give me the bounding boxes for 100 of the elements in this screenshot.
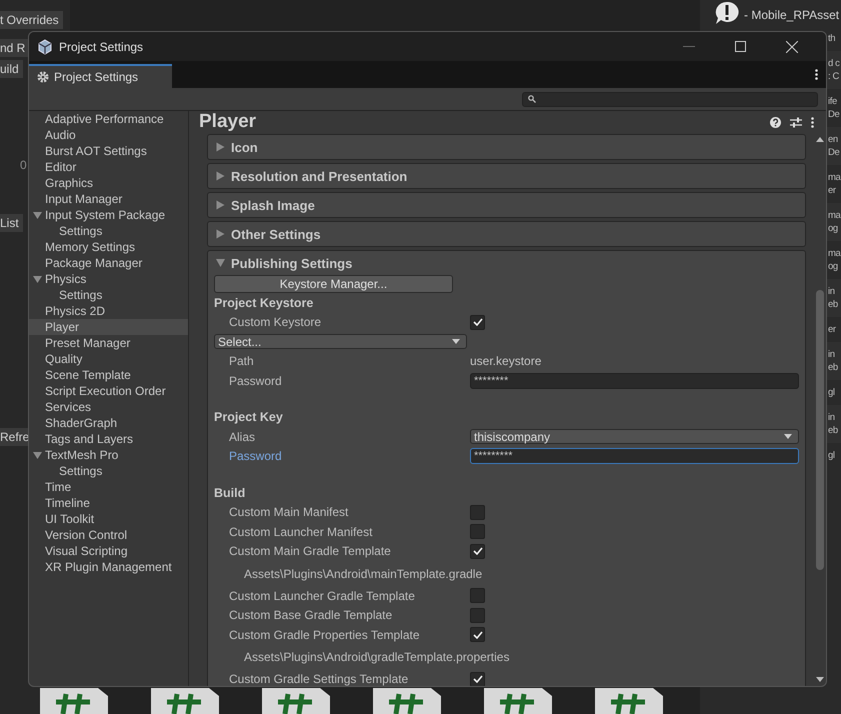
sidebar-item[interactable]: Physics <box>29 271 188 287</box>
sidebar-item[interactable]: Timeline <box>29 495 188 511</box>
sidebar-item[interactable]: Editor <box>29 159 188 175</box>
sidebar-item[interactable]: Audio <box>29 127 188 143</box>
check-icon <box>472 675 482 684</box>
scroll-down-icon[interactable] <box>816 677 824 682</box>
page-title: Player <box>199 111 256 133</box>
sidebar-item[interactable]: Quality <box>29 351 188 367</box>
field-label: Custom Main Manifest <box>228 505 350 520</box>
cube-icon <box>37 38 53 54</box>
sidebar-item[interactable]: Preset Manager <box>29 335 188 351</box>
scrollbar-thumb[interactable] <box>816 290 824 570</box>
console-message: gl <box>828 386 836 399</box>
sidebar-item[interactable]: ShaderGraph <box>29 415 188 431</box>
keystore-manager-button[interactable]: Keystore Manager... <box>214 275 453 293</box>
keystore-dropdown[interactable]: Select... <box>214 334 467 350</box>
more-icon[interactable] <box>811 116 814 128</box>
foldout-arrow-icon[interactable] <box>33 212 42 219</box>
sidebar-item[interactable]: Time <box>29 479 188 495</box>
sidebar-item[interactable]: UI Toolkit <box>29 511 188 527</box>
sidebar-item[interactable]: Adaptive Performance <box>29 111 188 127</box>
sliders-icon[interactable] <box>790 116 802 128</box>
foldout-arrow-icon[interactable] <box>216 172 224 180</box>
console-message: eb <box>828 298 839 311</box>
sidebar-item[interactable]: Physics 2D <box>29 303 188 319</box>
console-message: gl <box>828 449 836 462</box>
checkbox[interactable] <box>470 588 485 604</box>
section-heading: Build <box>214 486 246 500</box>
console-message: eb <box>828 424 839 437</box>
sidebar-item[interactable]: Package Manager <box>29 255 188 271</box>
foldout-title[interactable]: Icon <box>231 140 258 154</box>
sidebar-item[interactable]: Services <box>29 399 188 415</box>
checkbox[interactable] <box>470 544 485 559</box>
foldout-arrow-icon[interactable] <box>216 259 225 267</box>
console-message: in <box>828 411 836 424</box>
console-message: ife <box>828 95 838 108</box>
foldout-title[interactable]: Splash Image <box>231 198 315 212</box>
close-icon[interactable] <box>786 40 798 52</box>
console-message: eb <box>828 361 839 374</box>
foldout-arrow-icon[interactable] <box>216 142 224 152</box>
checkbox[interactable] <box>470 314 485 330</box>
sidebar-item[interactable]: Burst AOT Settings <box>29 143 188 159</box>
editor-text-fragment: t Overrides <box>0 11 63 29</box>
console-message: ma <box>828 171 841 184</box>
sidebar-item[interactable]: Settings <box>29 287 188 303</box>
checkbox[interactable] <box>470 524 485 540</box>
console-message: d c <box>828 57 840 70</box>
search-field[interactable] <box>522 92 818 106</box>
path-value: user.keystore <box>470 354 542 368</box>
console-message: : C <box>828 70 840 83</box>
checkbox[interactable] <box>470 672 485 686</box>
sidebar-item[interactable]: Player <box>29 319 188 335</box>
editor-text-fragment: uild <box>0 60 23 78</box>
sidebar-item[interactable]: Input System Package <box>29 207 188 223</box>
scroll-up-icon[interactable] <box>816 137 824 142</box>
console-message: th <box>828 32 836 45</box>
password-field[interactable]: ******** <box>470 372 799 389</box>
maximize-icon[interactable] <box>735 41 746 52</box>
sidebar-item[interactable]: XR Plugin Management <box>29 559 188 575</box>
sidebar-item[interactable]: Version Control <box>29 527 188 543</box>
console-message: De <box>828 146 840 159</box>
alias-dropdown[interactable]: thisiscompany <box>470 429 799 444</box>
sidebar-item[interactable]: Settings <box>29 463 188 479</box>
sidebar-item[interactable]: Graphics <box>29 175 188 191</box>
sidebar-item[interactable]: Memory Settings <box>29 239 188 255</box>
console-message: in <box>828 348 836 361</box>
foldout-arrow-icon[interactable] <box>216 230 224 238</box>
foldout-title[interactable]: Other Settings <box>231 226 321 242</box>
foldout-title[interactable]: Resolution and Presentation <box>231 168 408 184</box>
password-field[interactable]: ********* <box>470 448 799 464</box>
foldout-arrow-icon[interactable] <box>33 452 42 459</box>
checkbox[interactable] <box>470 504 485 520</box>
field-label: Custom Launcher Gradle Template <box>228 588 416 603</box>
field-label: Path <box>228 354 255 368</box>
help-icon[interactable] <box>770 116 781 128</box>
minimize-icon[interactable] <box>683 46 695 48</box>
console-message: ma <box>828 209 841 222</box>
search-icon <box>528 95 536 103</box>
checkbox[interactable] <box>470 608 485 623</box>
console-message: er <box>828 184 837 197</box>
check-icon <box>472 630 482 639</box>
window-title: Project Settings <box>59 40 144 54</box>
sidebar-item[interactable]: Scene Template <box>29 367 188 383</box>
sidebar-item[interactable]: Script Execution Order <box>29 383 188 399</box>
script-file-icon <box>262 688 330 714</box>
console-message: er <box>828 323 837 336</box>
console-message: De <box>828 108 840 121</box>
foldout-arrow-icon[interactable] <box>216 200 224 210</box>
editor-text-fragment: nd R <box>0 39 30 57</box>
sidebar-item[interactable]: Visual Scripting <box>29 543 188 559</box>
more-icon[interactable] <box>815 69 818 80</box>
sidebar-item[interactable]: Settings <box>29 223 188 239</box>
checkbox[interactable] <box>470 627 485 642</box>
sidebar-item[interactable]: Input Manager <box>29 191 188 207</box>
section-heading: Project Key <box>214 410 283 424</box>
foldout-arrow-icon[interactable] <box>33 276 42 283</box>
sidebar-item[interactable]: TextMesh Pro <box>29 447 188 463</box>
field-label: Custom Keystore <box>228 315 322 330</box>
foldout-title[interactable]: Publishing Settings <box>231 256 352 270</box>
settings-tab[interactable]: Project Settings <box>29 64 172 88</box>
